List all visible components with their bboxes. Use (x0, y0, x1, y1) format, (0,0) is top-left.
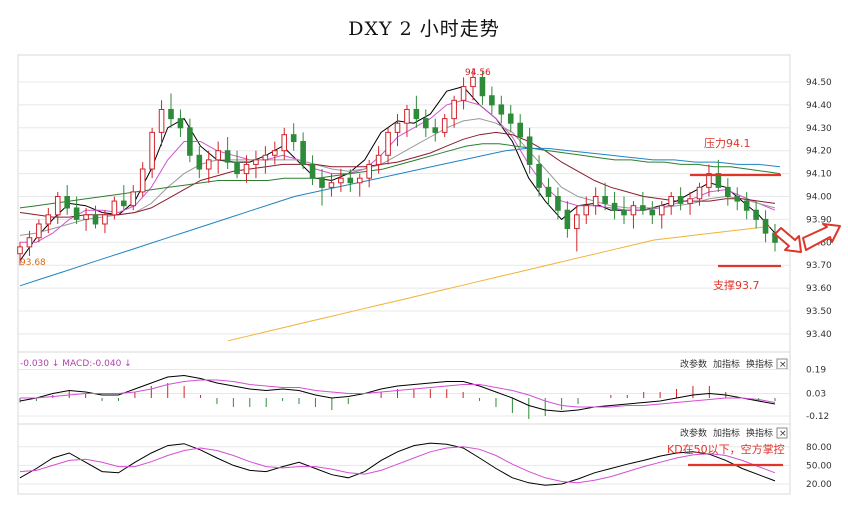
y-tick-label: 94.30 (806, 124, 832, 134)
y-tick-label: 93.70 (806, 261, 832, 271)
y-tick-label: 94.50 (806, 78, 832, 88)
y-tick-label: 94.20 (806, 147, 832, 157)
y-tick-label: 50.00 (806, 461, 832, 471)
macd-add-indicator-button[interactable]: 加指标 (713, 358, 740, 370)
y-tick-label: 0.03 (806, 390, 826, 400)
kd-edit-params-button[interactable]: 改参数 (680, 427, 707, 439)
macd-switch-indicator-button[interactable]: 换指标 (746, 358, 773, 370)
macd-header: -0.030 ↓ MACD:-0.040 ↓ (20, 359, 132, 369)
y-tick-label: 80.00 (806, 443, 832, 453)
y-tick-label: 94.10 (806, 170, 832, 180)
kd-switch-indicator-button[interactable]: 换指标 (746, 427, 773, 439)
kd-close-icon: × (779, 429, 787, 439)
y-tick-label: -0.12 (806, 412, 829, 422)
y-tick-label: 0.19 (806, 366, 826, 376)
low-label: 93.68 (20, 258, 46, 268)
y-tick-label: 93.40 (806, 330, 832, 340)
support-label: 支撑93.7 (713, 278, 760, 292)
macd-panel-frame (17, 351, 791, 425)
macd-y-axis: 0.19 0.03 -0.12 (806, 366, 829, 423)
kd-annotation: KD在50以下，空方掌控 (667, 442, 785, 456)
y-tick-label: 94.40 (806, 101, 832, 111)
y-tick-label: 94.00 (806, 193, 832, 203)
y-tick-label: 93.50 (806, 307, 832, 317)
y-tick-label: 93.60 (806, 284, 832, 294)
y-tick-label: 20.00 (806, 480, 832, 490)
main-y-axis: 94.5094.4094.3094.2094.1094.0093.9093.80… (806, 78, 832, 340)
resistance-label: 压力94.1 (704, 137, 751, 150)
macd-close-icon: × (779, 360, 787, 370)
kd-add-indicator-button[interactable]: 加指标 (713, 427, 740, 439)
chart-svg: 94.5094.4094.3094.2094.1094.0093.9093.80… (17, 54, 841, 495)
high-label: 94.56 (465, 68, 491, 78)
kd-y-axis: 80.00 50.00 20.00 (806, 443, 832, 490)
macd-edit-params-button[interactable]: 改参数 (680, 358, 707, 370)
